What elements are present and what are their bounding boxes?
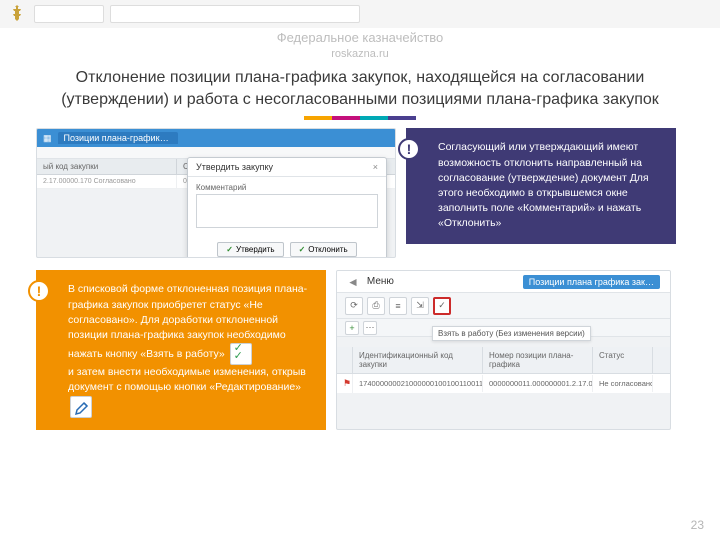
tool-filter-icon[interactable]: ≡ <box>389 297 407 315</box>
menu-bar: ◄ Меню Позиции плана графика зак… <box>337 271 670 293</box>
app-tab[interactable]: Позиции плана графика зак… <box>523 275 660 289</box>
dialog-title: Утвердить закупку <box>196 162 273 172</box>
page-title: Отклонение позиции плана-графика закупок… <box>0 61 720 114</box>
exclaim-icon: ! <box>28 280 50 302</box>
menu-label[interactable]: Меню <box>367 276 394 287</box>
comment-field[interactable] <box>196 194 378 228</box>
app-tab[interactable]: Позиции плана-графика зак… <box>58 132 178 144</box>
exclaim-icon: ! <box>398 138 420 160</box>
grid-row[interactable]: ⚑ 174000000021000000100100110011 0000000… <box>337 374 670 393</box>
take-to-work-icon <box>230 343 252 365</box>
tool-refresh-icon[interactable]: ⟳ <box>345 297 363 315</box>
browser-top-bar <box>0 0 720 28</box>
comment-label: Комментарий <box>196 183 378 192</box>
back-icon[interactable]: ◄ <box>347 275 359 289</box>
reject-button[interactable]: ✓Отклонить <box>290 242 357 257</box>
approve-dialog: Утвердить закупку × Комментарий ✓Утверди… <box>187 157 387 258</box>
callout-orange: ! В списковой форме отклоненная позиция … <box>36 270 326 429</box>
tooltip: Взять в работу (Без изменения версии) <box>432 326 591 341</box>
flag-icon: ⚑ <box>337 374 353 393</box>
close-icon[interactable]: × <box>373 162 378 172</box>
take-to-work-button[interactable]: ✓ <box>433 297 451 315</box>
screenshot-list-view: ◄ Меню Позиции плана графика зак… ⟳ ⎙ ≡ … <box>336 270 671 430</box>
tool-export-icon[interactable]: ⇲ <box>411 297 429 315</box>
address-segment <box>34 5 104 23</box>
approve-button[interactable]: ✓Утвердить <box>217 242 283 257</box>
site-name: roskazna.ru <box>0 47 720 61</box>
org-name: Федеральное казначейство <box>0 30 720 47</box>
tool-print-icon[interactable]: ⎙ <box>367 297 385 315</box>
emblem-icon <box>6 3 28 25</box>
edit-icon <box>70 396 92 418</box>
page-number: 23 <box>691 518 704 532</box>
screenshot-approve-dialog: ▦ Позиции плана-графика зак… ый код заку… <box>36 128 396 258</box>
tool-misc-icon[interactable]: ⋯ <box>363 321 377 335</box>
header-text: Федеральное казначейство roskazna.ru <box>0 30 720 61</box>
toolbar: ⟳ ⎙ ≡ ⇲ ✓ <box>337 293 670 319</box>
callout-indigo: ! Согласующий или утверждающий имеют воз… <box>406 128 676 243</box>
grid-header: Идентификационный код закупки Номер пози… <box>337 347 670 374</box>
address-segment <box>110 5 360 23</box>
color-strip <box>0 116 720 120</box>
app-tab-header: ▦ Позиции плана-графика зак… <box>37 129 395 147</box>
tool-add-icon[interactable]: + <box>345 321 359 335</box>
